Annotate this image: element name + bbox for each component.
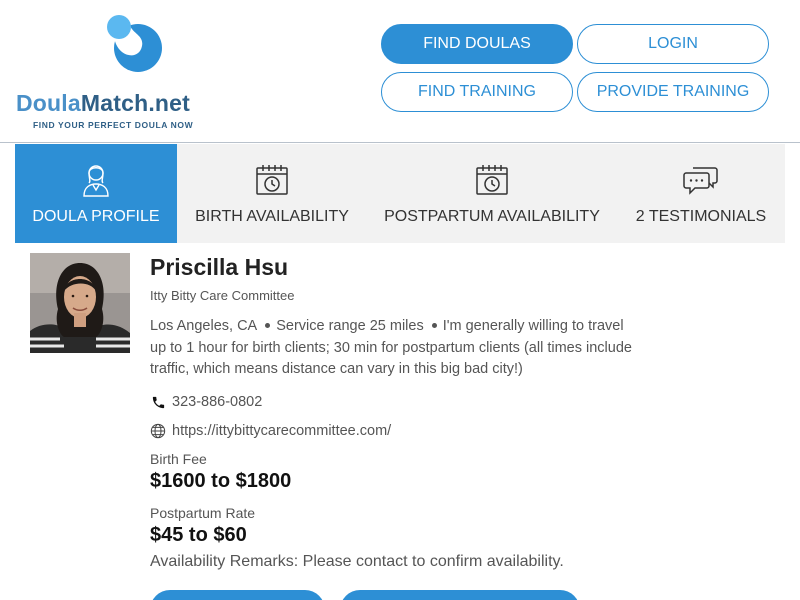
logo-mark-icon [107, 14, 162, 72]
find-doulas-button[interactable]: FIND DOULAS [381, 24, 573, 64]
tab-doula-profile-label: DOULA PROFILE [32, 208, 160, 225]
postpartum-rate-label: Postpartum Rate [150, 505, 256, 521]
doula-name: Priscilla Hsu [150, 254, 289, 280]
separator-dot [431, 322, 437, 328]
logo-wordmark-part1: Doula [16, 90, 81, 116]
tab-postpartum-availability-label: POSTPARTUM AVAILABILITY [384, 208, 600, 225]
person-icon [78, 162, 114, 198]
tab-postpartum-availability[interactable]: POSTPARTUM AVAILABILITY [367, 144, 617, 243]
tab-testimonials[interactable]: 2 TESTIMONIALS [617, 144, 785, 243]
chat-bubbles-icon [683, 162, 719, 198]
tab-birth-availability-label: BIRTH AVAILABILITY [195, 208, 349, 225]
profile-tabs: DOULA PROFILE BIRTH AVAILABILITY POSTPAR… [15, 144, 785, 243]
provide-training-button[interactable]: PROVIDE TRAINING [577, 72, 769, 112]
postpartum-rate-value: $45 to $60 [150, 524, 247, 546]
calendar-clock-icon [254, 162, 290, 198]
tab-testimonials-label: 2 TESTIMONIALS [635, 208, 767, 225]
tab-doula-profile[interactable]: DOULA PROFILE [15, 144, 177, 243]
site-header: DoulaMatch.net FIND YOUR PERFECT DOULA N… [0, 0, 800, 143]
availability-remarks: Availability Remarks: Please contact to … [150, 553, 564, 570]
location-text: Los Angeles, CA [150, 318, 258, 334]
doula-organization: Itty Bitty Care Committee [150, 288, 295, 303]
logo-tagline: FIND YOUR PERFECT DOULA NOW [33, 120, 194, 130]
website-link[interactable]: https://ittybittycarecommittee.com/ [172, 423, 391, 439]
birth-fee-label: Birth Fee [150, 451, 207, 467]
globe-icon [150, 423, 166, 439]
phone-number[interactable]: 323-886-0802 [172, 394, 262, 410]
doula-description: Los Angeles, CA Service range 25 miles I'm… [150, 316, 635, 381]
find-training-button[interactable]: FIND TRAINING [381, 72, 573, 112]
phone-icon [150, 394, 166, 410]
service-range-text: Service range 25 miles [276, 318, 424, 334]
website-row[interactable]: https://ittybittycarecommittee.com/ [150, 423, 391, 439]
doula-avatar [30, 253, 130, 353]
separator-dot [265, 322, 271, 328]
travel-note-start: I'm generally willing to [442, 318, 585, 334]
contact-button-partial[interactable] [150, 590, 325, 600]
tab-birth-availability[interactable]: BIRTH AVAILABILITY [177, 144, 367, 243]
secondary-action-button-partial[interactable] [340, 590, 580, 600]
site-logo[interactable]: DoulaMatch.net FIND YOUR PERFECT DOULA N… [16, 10, 226, 135]
logo-wordmark-part2: Match.net [80, 90, 191, 116]
phone-row[interactable]: 323-886-0802 [150, 394, 262, 410]
logo-wordmark: DoulaMatch.net [16, 90, 190, 117]
login-button[interactable]: LOGIN [577, 24, 769, 64]
birth-fee-value: $1600 to $1800 [150, 470, 292, 492]
calendar-clock-icon [474, 162, 510, 198]
